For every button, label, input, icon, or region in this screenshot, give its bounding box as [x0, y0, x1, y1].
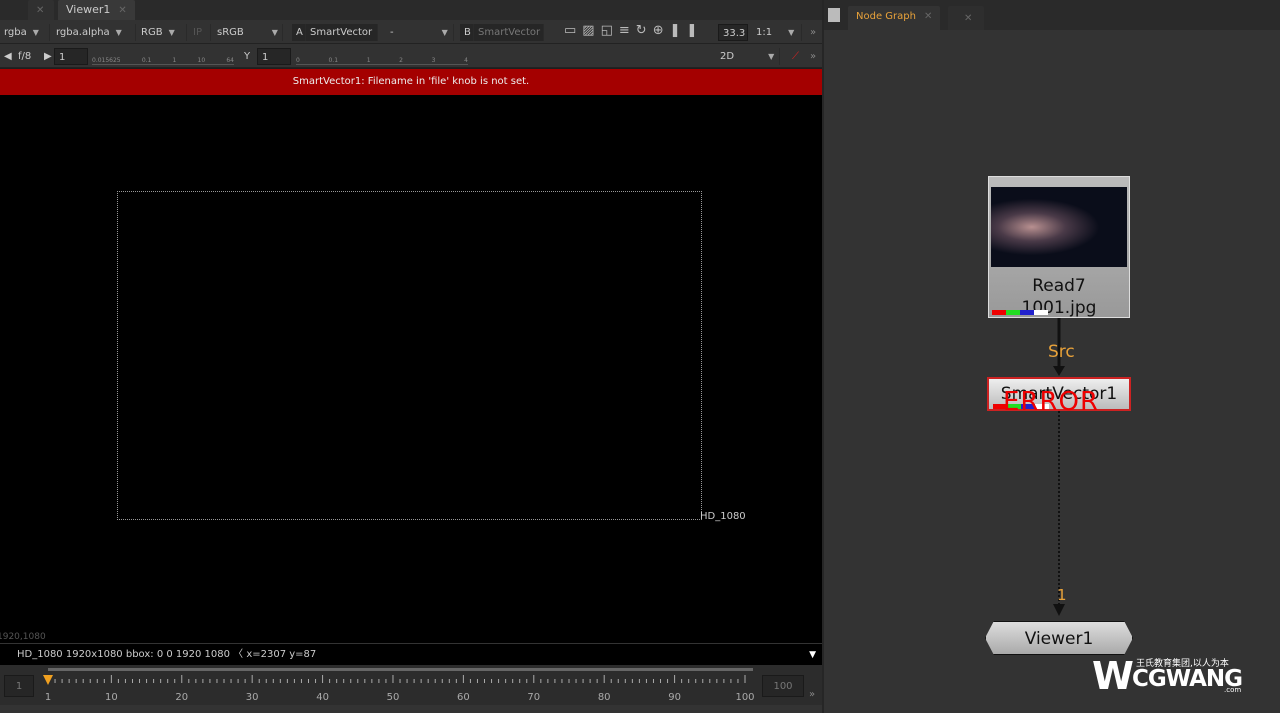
end-frame-field[interactable]: 100: [762, 675, 804, 697]
watermark-com: .com: [1224, 686, 1242, 694]
overlay-icon[interactable]: ◱: [601, 23, 619, 38]
viewer-tabbar: ✕ Viewer1 ✕: [0, 0, 822, 20]
node-graph-panel[interactable]: Node Graph ✕ ✕ Read7 1001.jpg Src SmartVe…: [824, 0, 1280, 713]
timeline-label: 50: [387, 692, 400, 703]
gain-tick-label: 64: [226, 57, 234, 64]
expand-chevron-icon[interactable]: »: [809, 689, 815, 700]
gamma-label: Y: [244, 51, 251, 62]
gamma-field[interactable]: 1: [257, 48, 291, 65]
viewer-node[interactable]: Viewer1: [985, 621, 1133, 655]
gamma-slider[interactable]: 0 0.1 1 2 3 4: [296, 48, 468, 65]
display-value: RGB: [141, 27, 163, 38]
empty-tab[interactable]: ✕: [28, 0, 54, 20]
gamma-tick-label: 0.1: [328, 57, 339, 64]
timeline-label: 20: [175, 692, 188, 703]
alpha-dropdown[interactable]: rgba.alpha ▼: [52, 24, 136, 41]
proxy-icon[interactable]: ⊕: [653, 23, 670, 38]
clip-icon[interactable]: ▨: [582, 23, 600, 38]
viewer-toolbar-2: ◀ f/8 ▶ 1 0.015625 0.1 1 10 64 Y 1 0 0.1 1 2 3 4 …: [0, 44, 822, 68]
wipe-dropdown[interactable]: - ▼: [386, 24, 454, 41]
viewer-canvas[interactable]: HD_1080 1920,1080: [0, 95, 822, 643]
format-label: HD_1080: [700, 511, 746, 522]
lines-icon[interactable]: ≡: [619, 23, 636, 38]
gain-tick-label: 0.1: [141, 57, 152, 64]
timeline-label: 30: [246, 692, 259, 703]
zoom-field[interactable]: 33.3: [718, 24, 748, 41]
gain-field[interactable]: 1: [54, 48, 88, 65]
a-label: A: [292, 24, 306, 41]
corner-label: 1920,1080: [0, 632, 46, 642]
pause-icon[interactable]: ❚❚: [670, 23, 704, 38]
gamma-tick-label: 3: [431, 57, 436, 64]
src-input-label: Src: [1048, 342, 1075, 362]
timeline-label: 90: [668, 692, 681, 703]
gamma-tick-label: 4: [464, 57, 468, 64]
gamma-tick-label: 1: [366, 57, 371, 64]
read-node-name: Read7: [1032, 276, 1086, 296]
expand-chevron-icon[interactable]: »: [806, 48, 820, 65]
timeline-label: 70: [527, 692, 540, 703]
viewer-toolbar-1: rgba ▼ rgba.alpha ▼ RGB ▼ IP sRGB ▼ A SmartV…: [0, 20, 822, 44]
fstop-value[interactable]: f/8: [14, 48, 35, 65]
view-mode-dropdown[interactable]: 2D ▼: [716, 48, 780, 65]
ratio-dropdown[interactable]: 1:1 ▼: [752, 24, 802, 41]
info-bar: HD_1080 1920x1080 bbox: 0 0 1920 1080 〈 …: [0, 643, 822, 665]
a-input-dropdown[interactable]: SmartVector: [306, 24, 378, 41]
gamma-tick-label: 0: [296, 57, 300, 64]
tab-viewer1[interactable]: Viewer1 ✕: [58, 0, 135, 20]
format-box: [117, 191, 702, 520]
alpha-value: rgba.alpha: [56, 27, 110, 38]
lut-value: sRGB: [217, 27, 244, 38]
gain-tick-label: 10: [197, 57, 206, 64]
error-banner: SmartVector1: Filename in 'file' knob is…: [0, 69, 822, 95]
timeline: 1 1 10 20 30 40 50 60 70 80 90 100 100 »: [0, 665, 822, 705]
timeline-label: 80: [598, 692, 611, 703]
gain-slider[interactable]: 0.015625 0.1 1 10 64: [92, 48, 234, 65]
close-icon[interactable]: ✕: [118, 5, 126, 16]
paint-icon[interactable]: ⟋: [788, 48, 803, 65]
smartvector-node[interactable]: SmartVector1 ERROR: [987, 377, 1131, 417]
playback-controls[interactable]: [0, 705, 822, 713]
lut-dropdown[interactable]: sRGB ▼: [213, 24, 283, 41]
timeline-label: 100: [735, 692, 754, 703]
timeline-label: 40: [316, 692, 329, 703]
roi-icon[interactable]: ▭: [564, 23, 582, 38]
menu-arrow-icon[interactable]: ▼: [809, 644, 816, 666]
view-mode-value: 2D: [720, 51, 735, 62]
tab-label: Viewer1: [66, 3, 111, 16]
gain-tick-label: 0.015625: [92, 57, 121, 64]
gain-tick-label: 1: [172, 57, 177, 64]
display-dropdown[interactable]: RGB ▼: [137, 24, 187, 41]
timeline-label: 10: [105, 692, 118, 703]
timeline-label: 1: [45, 692, 51, 703]
read-node-file: 1001.jpg: [1021, 298, 1097, 318]
cgwang-watermark-logo: W 王氏教育集团,以人为本 CGWANG .com: [1092, 654, 1243, 698]
channel-indicator: [992, 310, 1048, 315]
read-thumbnail: [991, 187, 1127, 267]
timeline-ruler[interactable]: 1 10 20 30 40 50 60 70 80 90 100: [0, 665, 822, 705]
info-text: HD_1080 1920x1080 bbox: 0 0 1920 1080 〈 …: [17, 649, 317, 660]
expand-chevron-icon[interactable]: »: [806, 24, 820, 41]
close-icon[interactable]: ✕: [36, 5, 44, 16]
viewer-input-label: 1: [1057, 586, 1067, 604]
error-label: ERROR: [1003, 387, 1100, 417]
channels-dropdown[interactable]: rgba ▼: [0, 24, 50, 41]
ip-button[interactable]: IP: [189, 24, 211, 41]
playhead[interactable]: [43, 675, 53, 685]
b-label: B: [460, 24, 474, 41]
gamma-tick-label: 2: [399, 57, 403, 64]
viewer-tool-icons: ▭▨◱≡↻⊕❚❚: [560, 22, 710, 39]
wipe-value: -: [390, 27, 394, 38]
read-node[interactable]: Read7 1001.jpg: [988, 176, 1130, 318]
ratio-value: 1:1: [756, 27, 773, 38]
channels-value: rgba: [4, 27, 27, 38]
viewer-panel: ✕ Viewer1 ✕ rgba ▼ rgba.alpha ▼ RGB ▼ IP sRG…: [0, 0, 822, 713]
timeline-label: 60: [457, 692, 470, 703]
refresh-icon[interactable]: ↻: [636, 23, 653, 38]
b-input-dropdown[interactable]: SmartVector: [474, 24, 544, 41]
